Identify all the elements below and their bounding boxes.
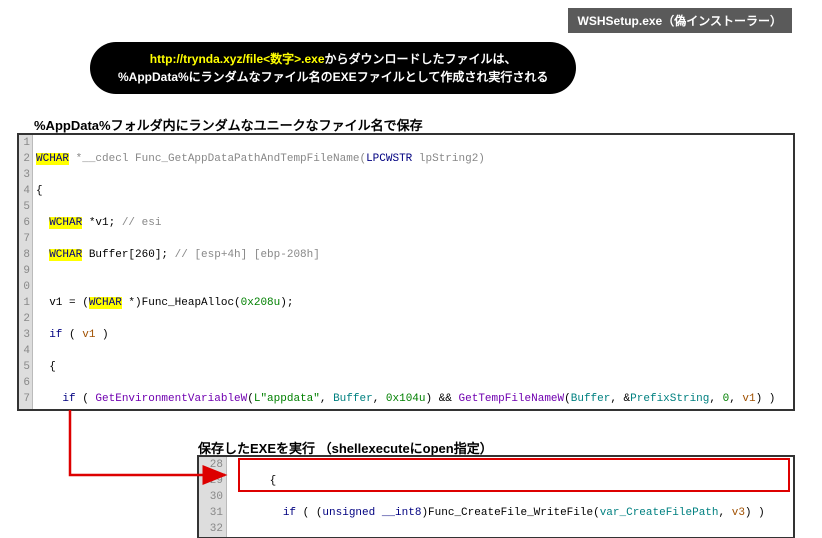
code-content-2: { if ( (unsigned __int8)Func_CreateFile_…	[227, 457, 793, 537]
code-line: {	[230, 473, 793, 489]
code-line: WCHAR *__cdecl Func_GetAppDataPathAndTem…	[36, 151, 793, 167]
code-line: WCHAR Buffer[260]; // [esp+4h] [ebp-208h…	[36, 247, 793, 263]
pill-line1-rest: からダウンロードしたファイルは、	[325, 52, 517, 66]
code-line: if ( (unsigned __int8)Func_CreateFile_Wr…	[230, 505, 793, 521]
code-line: {	[36, 359, 793, 375]
pill-line-2: %AppData%にランダムなファイル名のEXEファイルとして作成され実行される	[118, 68, 548, 86]
code-content-1: WCHAR *__cdecl Func_GetAppDataPathAndTem…	[33, 135, 793, 409]
code-line: if ( v1 )	[36, 327, 793, 343]
description-pill: http://trynda.xyz/file<数字>.exeからダウンロードした…	[90, 42, 576, 94]
code-line: {	[36, 183, 793, 199]
gutter-1: 12345678901234567	[19, 135, 33, 409]
section-title-1: %AppData%フォルダ内にランダムなユニークなファイル名で保存	[34, 115, 423, 134]
gutter-2: 2829303132	[199, 457, 227, 537]
pill-line-1: http://trynda.xyz/file<数字>.exeからダウンロードした…	[118, 50, 548, 68]
code-line: if ( GetEnvironmentVariableW(L"appdata",…	[36, 391, 793, 407]
code-block-2: 2829303132 { if ( (unsigned __int8)Func_…	[198, 456, 794, 538]
code-line: WCHAR *v1; // esi	[36, 215, 793, 231]
code-block-1: 12345678901234567 WCHAR *__cdecl Func_Ge…	[18, 134, 794, 410]
pill-url: http://trynda.xyz/file<数字>.exe	[150, 52, 325, 66]
section-title-2: 保存したEXEを実行 （shellexecuteにopen指定）	[198, 438, 493, 457]
code-line: v1 = (WCHAR *)Func_HeapAlloc(0x208u);	[36, 295, 793, 311]
badge-label: WSHSetup.exe（偽インストーラー）	[568, 8, 792, 33]
